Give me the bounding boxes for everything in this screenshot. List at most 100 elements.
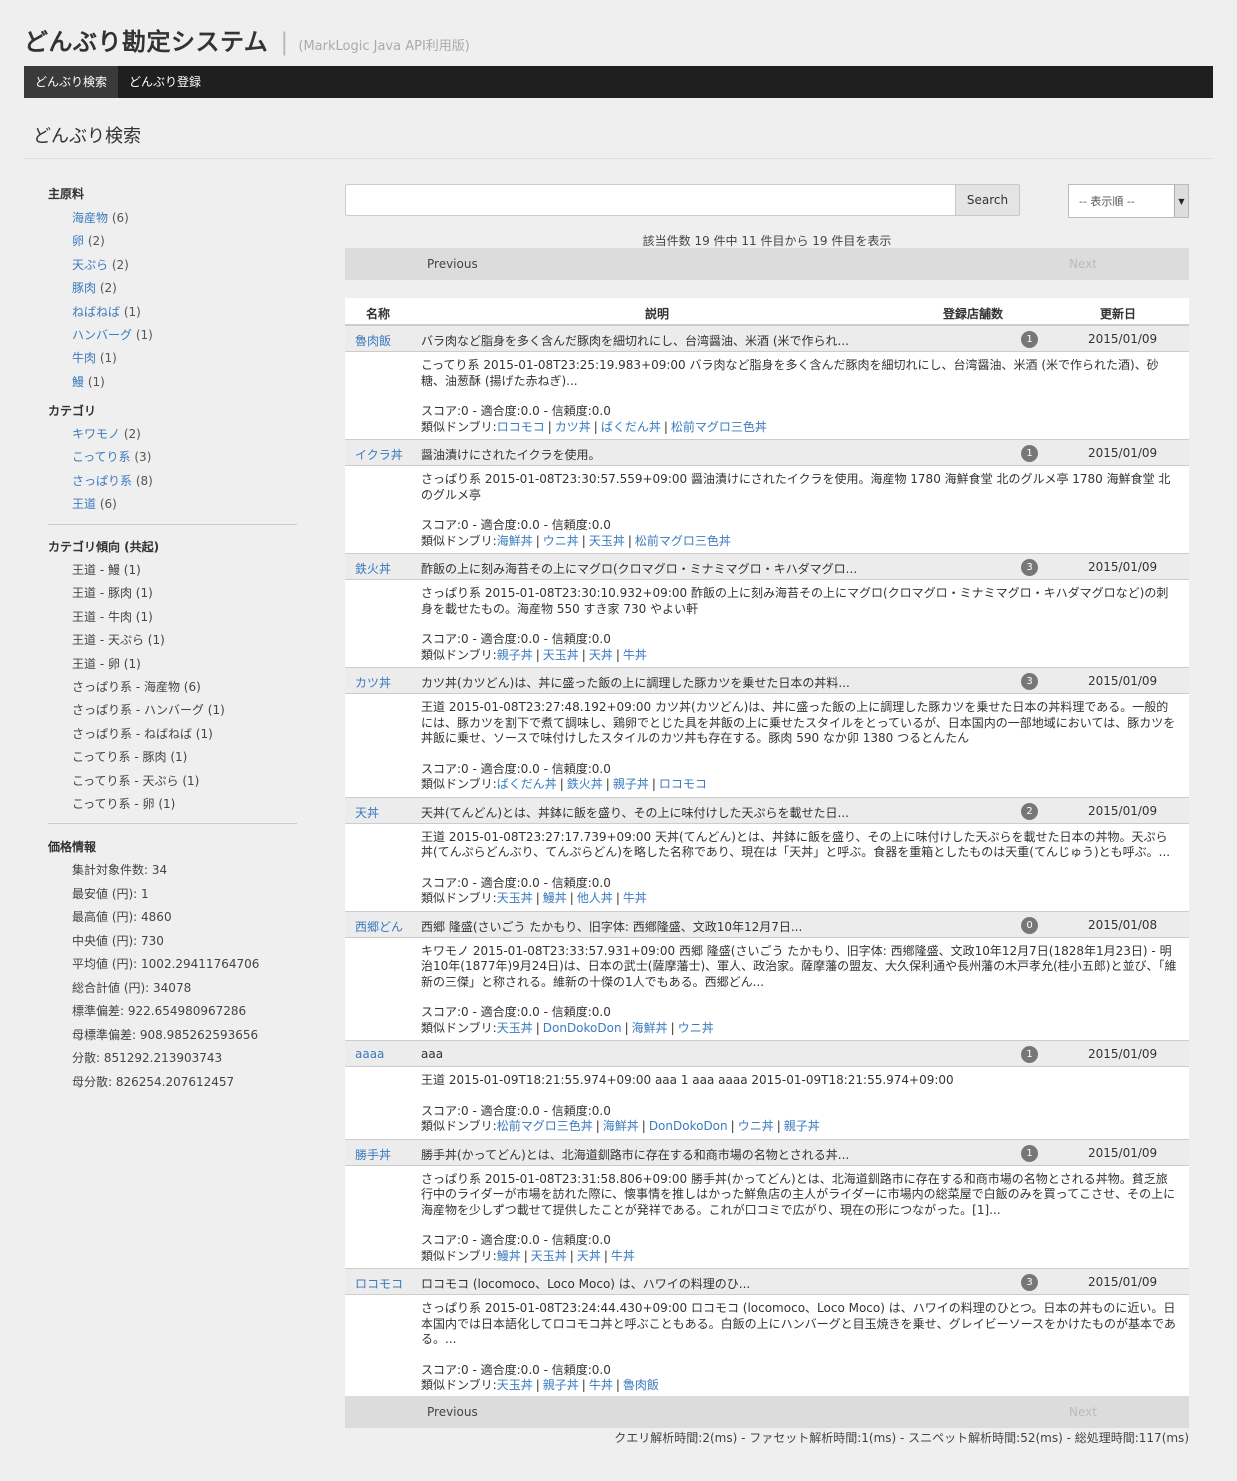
chevron-down-icon: ▼	[1174, 185, 1188, 217]
related-link[interactable]: 鰻丼	[543, 891, 567, 905]
separator: |	[581, 1378, 586, 1392]
related-link[interactable]: 海鮮丼	[632, 1021, 668, 1035]
related-link[interactable]: 天玉丼	[497, 891, 533, 905]
sidebar-divider	[48, 823, 297, 824]
facet-link[interactable]: 卵	[72, 234, 84, 248]
related-link[interactable]: DonDokoDon	[543, 1021, 622, 1035]
result-name-link[interactable]: イクラ丼	[355, 446, 403, 463]
related-link[interactable]: 松前マグロ三色丼	[497, 1119, 593, 1133]
related-link[interactable]: ロコモコ	[659, 777, 707, 791]
facet-link[interactable]: 海産物	[72, 211, 108, 225]
facet-count: (1)	[84, 374, 105, 389]
related-link[interactable]: 親子丼	[613, 777, 649, 791]
score-line: スコア:0 - 適合度:0.0 - 信頼度:0.0	[421, 518, 611, 532]
result-name-link[interactable]: カツ丼	[355, 674, 391, 691]
related-link[interactable]: 他人丼	[577, 891, 613, 905]
related-link[interactable]: 天玉丼	[497, 1378, 533, 1392]
facet-link[interactable]: 天ぷら	[72, 258, 108, 272]
result-summary-text: カツ丼(カツどん)は、丼に盛った飯の上に調理した豚カツを乗せた日本の丼料...	[421, 676, 850, 690]
related-link[interactable]: 親子丼	[543, 1378, 579, 1392]
related-link[interactable]: 鉄火丼	[567, 777, 603, 791]
facet-link[interactable]: 鰻	[72, 375, 84, 389]
separator: |	[663, 419, 668, 434]
result-detail: さっぱり系 2015-01-08T23:24:44.430+09:00 ロコモコ…	[345, 1295, 1189, 1398]
separator: |	[651, 777, 656, 791]
related-link[interactable]: 鰻丼	[497, 1249, 521, 1263]
related-link[interactable]: ばくだん丼	[497, 777, 557, 791]
facet-count: (1)	[96, 351, 117, 366]
related-link[interactable]: 天丼	[589, 648, 613, 662]
related-link[interactable]: カツ丼	[555, 420, 591, 434]
result-name-link[interactable]: 魯肉飯	[355, 332, 391, 349]
result-detail: さっぱり系 2015-01-08T23:31:58.806+09:00 勝手丼(…	[345, 1166, 1189, 1269]
nav-item-register[interactable]: どんぶり登録	[118, 66, 212, 98]
separator: |	[595, 1119, 600, 1133]
separator: |	[535, 533, 540, 548]
related-link[interactable]: ウニ丼	[738, 1119, 774, 1133]
search-input[interactable]	[345, 184, 956, 216]
facet-link[interactable]: こってり系	[72, 450, 131, 464]
related-donburi: 類似ドンブリ:松前マグロ三色丼 | 海鮮丼 | DonDokoDon | ウニ丼 | 親子丼	[421, 1119, 1177, 1135]
related-link[interactable]: 松前マグロ三色丼	[635, 534, 731, 548]
nav-item-search[interactable]: どんぶり検索	[24, 66, 119, 98]
previous-button[interactable]: Previous	[427, 1405, 478, 1419]
related-link[interactable]: ウニ丼	[543, 534, 579, 548]
sort-select[interactable]: -- 表示順 -- ▼	[1068, 184, 1189, 218]
related-link[interactable]: 牛丼	[589, 1378, 613, 1392]
score-line: スコア:0 - 適合度:0.0 - 信頼度:0.0	[421, 404, 611, 418]
facet-link[interactable]: ねばねば	[72, 305, 120, 319]
timing-info: クエリ解析時間:2(ms) - ファセット解析時間:1(ms) - スニペット解…	[614, 1431, 1189, 1445]
result-name-link[interactable]: aaaa	[355, 1047, 384, 1061]
related-link[interactable]: 天玉丼	[543, 648, 579, 662]
result-name-link[interactable]: 勝手丼	[355, 1146, 391, 1163]
separator: |	[627, 533, 632, 548]
related-prefix: 類似ドンブリ:	[421, 1248, 497, 1263]
related-link[interactable]: 天玉丼	[497, 1021, 533, 1035]
related-donburi: 類似ドンブリ:天玉丼 | DonDokoDon | 海鮮丼 | ウニ丼	[421, 1021, 1177, 1037]
table-body: 魯肉飯 バラ肉など脂身を多く含んだ豚肉を細切れにし、台湾醤油、米酒 (米で作られ.…	[345, 325, 1189, 1398]
facet-item: 牛肉 (1)	[72, 349, 117, 366]
related-link[interactable]: 魯肉飯	[623, 1378, 659, 1392]
related-link[interactable]: 海鮮丼	[603, 1119, 639, 1133]
related-link[interactable]: 松前マグロ三色丼	[671, 420, 767, 434]
related-link[interactable]: ばくだん丼	[601, 420, 661, 434]
related-link[interactable]: 天玉丼	[531, 1249, 567, 1263]
result-snippet: 王道 2015-01-09T18:21:55.974+09:00 aaa 1 a…	[421, 1073, 954, 1087]
facet-count: (1)	[120, 304, 141, 319]
result-name-link[interactable]: 西郷どん	[355, 918, 403, 935]
related-link[interactable]: 親子丼	[497, 648, 533, 662]
facet-link[interactable]: 豚肉	[72, 281, 96, 295]
result-summary-text: 酢飯の上に刻み海苔その上にマグロ(クロマグロ・ミナミマグロ・キハダマグロ...	[421, 562, 858, 576]
facet-link[interactable]: キワモノ	[72, 427, 120, 441]
related-link[interactable]: 牛丼	[623, 648, 647, 662]
store-count-badge: 3	[1021, 559, 1038, 576]
score-line: スコア:0 - 適合度:0.0 - 信頼度:0.0	[421, 761, 611, 776]
related-prefix: 類似ドンブリ:	[421, 419, 497, 434]
related-link[interactable]: 親子丼	[784, 1119, 820, 1133]
table-row: ロコモコ ロコモコ (locomoco、Loco Moco) は、ハワイの料理のひ…	[345, 1268, 1189, 1295]
related-link[interactable]: ウニ丼	[678, 1021, 714, 1035]
facet-link[interactable]: 王道	[72, 497, 96, 511]
facet-link[interactable]: さっぱり系	[72, 474, 132, 488]
price-stat-item: 最安値 (円): 1	[72, 886, 149, 901]
cooccurrence-item: 王道 - 天ぷら (1)	[72, 633, 165, 648]
separator: |	[730, 1119, 735, 1133]
related-link[interactable]: 牛丼	[611, 1249, 635, 1263]
result-name-link[interactable]: ロコモコ	[355, 1275, 403, 1292]
separator: |	[615, 891, 620, 905]
search-button[interactable]: Search	[955, 184, 1020, 216]
related-link[interactable]: 海鮮丼	[497, 534, 533, 548]
facet-link[interactable]: 牛肉	[72, 351, 96, 365]
result-name-link[interactable]: 鉄火丼	[355, 560, 391, 577]
previous-button[interactable]: Previous	[427, 257, 478, 271]
result-name-link[interactable]: 天丼	[355, 804, 379, 821]
facet-link[interactable]: ハンバーグ	[72, 328, 132, 342]
related-link[interactable]: DonDokoDon	[649, 1119, 728, 1133]
related-link[interactable]: 天玉丼	[589, 534, 625, 548]
related-link[interactable]: 天丼	[577, 1249, 601, 1263]
related-link[interactable]: 牛丼	[623, 891, 647, 905]
related-link[interactable]: ロコモコ	[497, 420, 545, 434]
